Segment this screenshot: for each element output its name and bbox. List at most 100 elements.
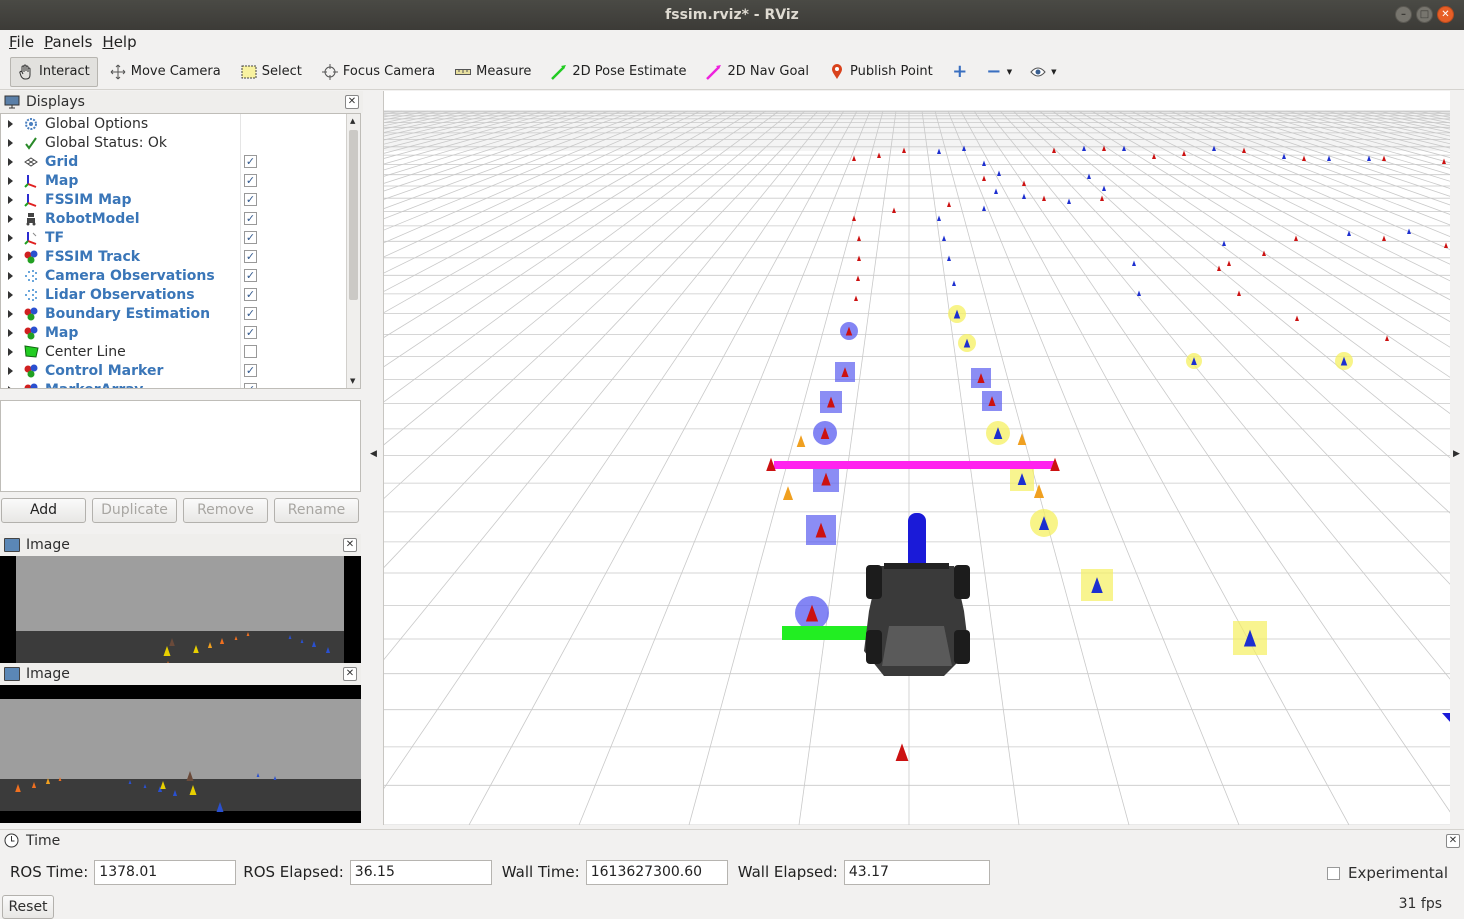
tool-move-camera[interactable]: Move Camera bbox=[102, 57, 229, 87]
display-enabled-checkbox[interactable]: ✓ bbox=[244, 155, 257, 168]
tool-publish-point[interactable]: Publish Point bbox=[821, 57, 941, 87]
tool-2d-nav-goal[interactable]: 2D Nav Goal bbox=[698, 57, 817, 87]
display-item[interactable]: Center Line bbox=[1, 342, 360, 361]
add-button[interactable]: Add bbox=[1, 498, 86, 523]
chevron-up-icon[interactable]: ▲ bbox=[350, 117, 355, 125]
close-icon[interactable]: ✕ bbox=[1446, 834, 1460, 848]
display-item[interactable]: Global Options bbox=[1, 114, 360, 133]
tool-interact-label: Interact bbox=[39, 64, 90, 79]
remove-tool-button[interactable]: − ▼ bbox=[979, 57, 1019, 87]
add-tool-button[interactable]: + bbox=[945, 57, 975, 87]
expand-arrow-icon[interactable] bbox=[8, 252, 13, 261]
camera-image-view[interactable] bbox=[0, 556, 361, 678]
remove-button[interactable]: Remove bbox=[183, 498, 268, 523]
camera-image-view[interactable] bbox=[0, 685, 361, 823]
expand-arrow-icon[interactable] bbox=[8, 195, 13, 204]
tool-interact[interactable]: Interact bbox=[10, 56, 98, 87]
close-icon[interactable]: ✕ bbox=[1437, 6, 1454, 23]
display-item[interactable]: MarkerArray ✓ bbox=[1, 380, 360, 388]
rename-button[interactable]: Rename bbox=[274, 498, 359, 523]
eye-icon bbox=[1030, 64, 1046, 80]
robot-car-wheel bbox=[866, 630, 882, 664]
expand-arrow-icon[interactable] bbox=[8, 309, 13, 318]
expand-arrow-icon[interactable] bbox=[8, 176, 13, 185]
experimental-toggle[interactable]: Experimental bbox=[1326, 864, 1448, 882]
wall-time-field[interactable]: 1613627300.60 bbox=[585, 859, 728, 885]
display-item[interactable]: TF ✓ bbox=[1, 228, 360, 247]
expand-arrow-icon[interactable] bbox=[8, 385, 13, 388]
expand-arrow-icon[interactable] bbox=[8, 214, 13, 223]
experimental-checkbox[interactable] bbox=[1326, 866, 1340, 880]
view-tool-button[interactable]: ▼ bbox=[1023, 57, 1063, 87]
expand-arrow-icon[interactable] bbox=[8, 347, 13, 356]
display-enabled-checkbox[interactable]: ✓ bbox=[244, 364, 257, 377]
display-item[interactable]: Control Marker ✓ bbox=[1, 361, 360, 380]
tool-select[interactable]: Select bbox=[233, 57, 310, 87]
chevron-down-icon[interactable]: ▼ bbox=[350, 377, 355, 385]
displays-scrollbar[interactable]: ▲ ▼ bbox=[346, 114, 360, 388]
select-icon bbox=[241, 64, 257, 80]
expand-arrow-icon[interactable] bbox=[8, 119, 13, 128]
menubar: File Panels Help bbox=[0, 30, 1464, 54]
display-enabled-checkbox[interactable]: ✓ bbox=[244, 250, 257, 263]
expand-arrow-icon[interactable] bbox=[8, 290, 13, 299]
close-icon[interactable]: ✕ bbox=[343, 667, 357, 681]
time-fields-row: ROS Time: 1378.01 ROS Elapsed: 36.15 Wal… bbox=[0, 859, 990, 885]
display-item[interactable]: Lidar Observations ✓ bbox=[1, 285, 360, 304]
display-enabled-checkbox[interactable]: ✓ bbox=[244, 193, 257, 206]
scrollbar-thumb[interactable] bbox=[349, 130, 358, 300]
display-item[interactable]: Map ✓ bbox=[1, 171, 360, 190]
tf-icon bbox=[23, 231, 39, 245]
close-icon[interactable]: ✕ bbox=[345, 95, 359, 109]
display-item[interactable]: Camera Observations ✓ bbox=[1, 266, 360, 285]
chevron-left-icon[interactable]: ◀ bbox=[370, 449, 377, 459]
display-item[interactable]: FSSIM Map ✓ bbox=[1, 190, 360, 209]
monitor-icon bbox=[4, 95, 20, 109]
display-enabled-checkbox[interactable]: ✓ bbox=[244, 231, 257, 244]
menu-help[interactable]: Help bbox=[97, 33, 141, 51]
display-enabled-checkbox[interactable]: ✓ bbox=[244, 307, 257, 320]
maximize-icon[interactable]: □ bbox=[1416, 6, 1433, 23]
display-enabled-checkbox[interactable]: ✓ bbox=[244, 383, 257, 388]
right-splitter[interactable]: ▶ bbox=[1450, 91, 1464, 825]
expand-arrow-icon[interactable] bbox=[8, 157, 13, 166]
tool-focus-camera[interactable]: Focus Camera bbox=[314, 57, 443, 87]
display-item[interactable]: FSSIM Track ✓ bbox=[1, 247, 360, 266]
display-item[interactable]: Boundary Estimation ✓ bbox=[1, 304, 360, 323]
menu-file[interactable]: File bbox=[4, 33, 39, 51]
close-icon[interactable]: ✕ bbox=[343, 538, 357, 552]
display-item[interactable]: Map ✓ bbox=[1, 323, 360, 342]
wall-elapsed-field[interactable]: 43.17 bbox=[843, 859, 990, 885]
menu-panels[interactable]: Panels bbox=[39, 33, 97, 51]
left-splitter[interactable]: ◀ bbox=[365, 91, 382, 825]
3d-viewport[interactable] bbox=[383, 91, 1450, 825]
expand-arrow-icon[interactable] bbox=[8, 233, 13, 242]
reset-button[interactable]: Reset bbox=[2, 895, 54, 919]
display-enabled-checkbox[interactable]: ✓ bbox=[244, 288, 257, 301]
display-item[interactable]: Global Status: Ok bbox=[1, 133, 360, 152]
tool-measure[interactable]: Measure bbox=[447, 57, 539, 87]
minimize-icon[interactable]: – bbox=[1395, 6, 1412, 23]
ros-elapsed-field[interactable]: 36.15 bbox=[349, 859, 492, 885]
marker-icon bbox=[23, 383, 39, 388]
display-enabled-checkbox[interactable]: ✓ bbox=[244, 212, 257, 225]
display-enabled-checkbox[interactable]: ✓ bbox=[244, 326, 257, 339]
tool-2d-pose-estimate[interactable]: 2D Pose Estimate bbox=[543, 57, 694, 87]
expand-arrow-icon[interactable] bbox=[8, 271, 13, 280]
ros-time-field[interactable]: 1378.01 bbox=[94, 859, 237, 885]
display-enabled-checkbox[interactable]: ✓ bbox=[244, 269, 257, 282]
chevron-right-icon[interactable]: ▶ bbox=[1453, 449, 1460, 459]
chevron-down-icon: ▼ bbox=[1051, 67, 1057, 76]
display-item[interactable]: RobotModel ✓ bbox=[1, 209, 360, 228]
displays-button-row: Add Duplicate Remove Rename bbox=[0, 498, 361, 523]
tool-2d-pose-estimate-label: 2D Pose Estimate bbox=[572, 64, 687, 79]
display-item[interactable]: Grid ✓ bbox=[1, 152, 360, 171]
experimental-label: Experimental bbox=[1347, 864, 1448, 882]
expand-arrow-icon[interactable] bbox=[8, 366, 13, 375]
expand-arrow-icon[interactable] bbox=[8, 328, 13, 337]
duplicate-button[interactable]: Duplicate bbox=[92, 498, 177, 523]
expand-arrow-icon[interactable] bbox=[8, 138, 13, 147]
display-enabled-checkbox[interactable]: ✓ bbox=[244, 174, 257, 187]
display-enabled-checkbox[interactable] bbox=[244, 345, 257, 358]
plus-icon: + bbox=[952, 61, 968, 82]
